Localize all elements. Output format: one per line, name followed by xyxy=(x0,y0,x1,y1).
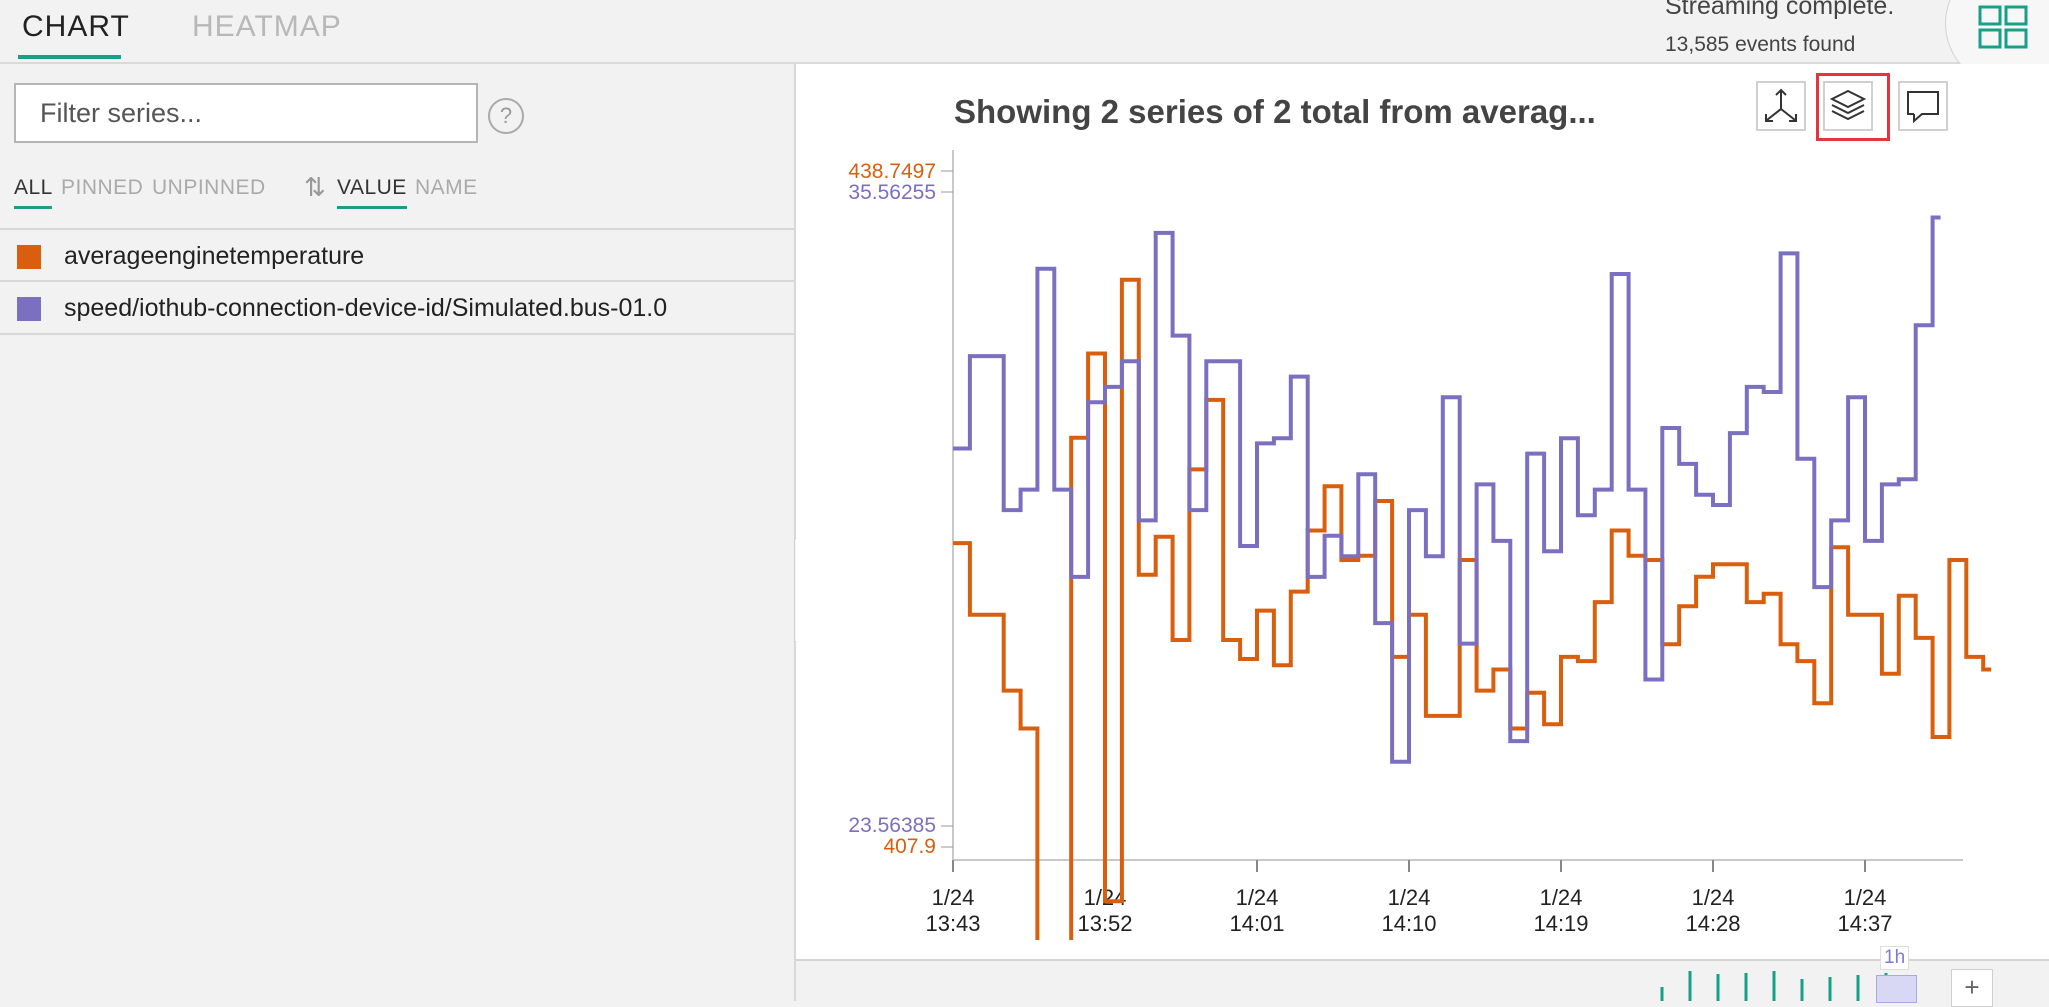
series-panel: ? ALL PINNED UNPINNED ⇅ VALUE NAME avera… xyxy=(0,64,796,1001)
x-tick-label-date: 1/24 xyxy=(1692,885,1735,910)
comment-button[interactable] xyxy=(1898,81,1948,131)
help-icon[interactable]: ? xyxy=(488,98,524,134)
series-color-swatch xyxy=(17,297,41,321)
x-tick-label-date: 1/24 xyxy=(1540,885,1583,910)
x-tick-label-date: 1/24 xyxy=(1236,885,1279,910)
x-tick-label-time: 13:43 xyxy=(925,911,980,936)
series-row-temperature[interactable]: averageenginetemperature xyxy=(0,228,794,281)
y-max-label-speed: 35.56255 xyxy=(848,181,936,204)
series-row-speed[interactable]: speed/iothub-connection-device-id/Simula… xyxy=(0,280,794,335)
layers-button-highlight xyxy=(1816,73,1890,141)
x-tick-label-time: 14:28 xyxy=(1685,911,1740,936)
filter-all-underline xyxy=(14,206,52,209)
x-tick-label-date: 1/24 xyxy=(1844,885,1887,910)
events-count: 13,585 events found xyxy=(1665,33,1856,56)
sort-icon[interactable]: ⇅ xyxy=(304,172,326,203)
series-name: speed/iothub-connection-device-id/Simula… xyxy=(64,294,668,322)
series-line-temperature xyxy=(953,277,1992,940)
x-tick-label-time: 13:52 xyxy=(1077,911,1132,936)
axes-button[interactable] xyxy=(1756,81,1806,131)
line-chart[interactable]: 1/2413:431/2413:521/2414:011/2414:101/24… xyxy=(796,140,2049,940)
chart-title: Showing 2 series of 2 total from averag.… xyxy=(954,93,1596,130)
sort-value-underline xyxy=(337,206,407,209)
streaming-status: Streaming complete. xyxy=(1665,0,1895,20)
filter-series-input[interactable] xyxy=(14,83,478,143)
x-tick-label-date: 1/24 xyxy=(1388,885,1431,910)
series-color-swatch xyxy=(17,245,41,269)
grid-icon[interactable] xyxy=(1978,5,2030,49)
x-tick-label-date: 1/24 xyxy=(932,885,975,910)
x-tick-label-time: 14:19 xyxy=(1533,911,1588,936)
filter-pinned[interactable]: PINNED xyxy=(61,176,143,200)
sort-by-name[interactable]: NAME xyxy=(415,176,478,200)
comment-icon xyxy=(1907,91,1939,124)
zoom-in-button[interactable]: + xyxy=(1951,969,1993,1007)
axes-icon xyxy=(1765,88,1797,122)
x-tick-label-time: 14:01 xyxy=(1229,911,1284,936)
brush-window-label: 1h xyxy=(1880,946,1910,970)
y-max-label-temperature: 438.7497 xyxy=(848,160,936,183)
series-name: averageenginetemperature xyxy=(64,242,365,270)
filter-all[interactable]: ALL xyxy=(14,176,53,200)
tab-chart[interactable]: CHART xyxy=(22,10,130,44)
sort-by-value[interactable]: VALUE xyxy=(337,176,407,200)
tab-heatmap[interactable]: HEATMAP xyxy=(192,10,342,44)
x-tick-label-time: 14:37 xyxy=(1837,911,1892,936)
filter-unpinned[interactable]: UNPINNED xyxy=(152,176,266,200)
y-min-label-temperature: 407.9 xyxy=(883,835,936,858)
y-min-label-speed: 23.56385 xyxy=(848,814,936,837)
brush-selection-window[interactable] xyxy=(1876,975,1917,1003)
series-line-speed xyxy=(953,215,1941,764)
active-tab-underline xyxy=(18,55,121,59)
x-tick-label-time: 14:10 xyxy=(1381,911,1436,936)
